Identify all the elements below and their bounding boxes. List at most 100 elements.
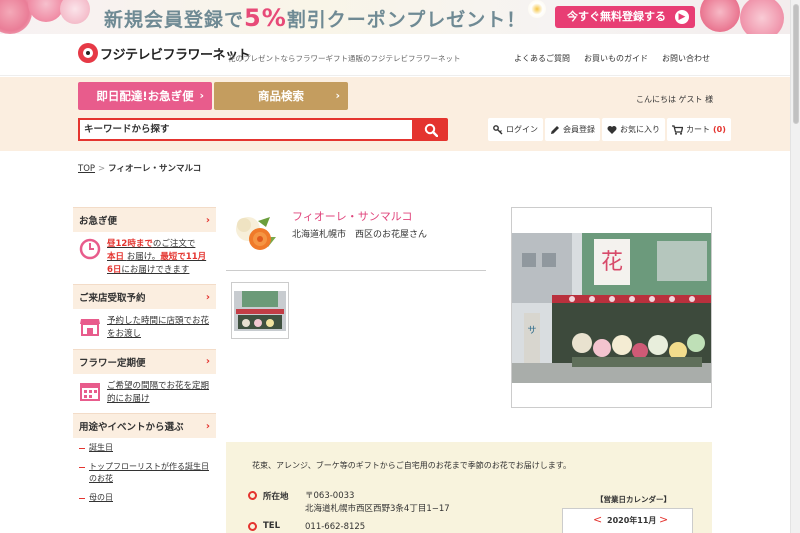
- sidebar-pickup-body[interactable]: 予約した時間に店頭でお花をお渡し: [73, 309, 216, 349]
- occasion-mothers-day-link[interactable]: 母の日: [79, 492, 216, 504]
- banner-text-b: 割引クーポンプレゼント！: [286, 9, 527, 31]
- sidebar-regular-text: ご希望の間隔でお花を定期的にお届け: [107, 380, 210, 404]
- shop-main-photo-frame: 花 サ: [511, 207, 712, 408]
- urgent-text-4: お届け。: [126, 251, 161, 262]
- heart-icon: [607, 125, 617, 134]
- faq-link[interactable]: よくあるご質問: [514, 53, 570, 64]
- divider: [226, 270, 486, 271]
- cart-button[interactable]: カート (0): [667, 118, 731, 141]
- shop-photo-thumbnail[interactable]: [231, 282, 289, 339]
- sidebar-urgent-header[interactable]: お急ぎ便 ›: [73, 207, 216, 232]
- free-register-label: 今すぐ無料登録する: [567, 10, 666, 23]
- shop-flower-icon: [228, 207, 282, 257]
- daisy-decoration: [528, 0, 546, 18]
- tel-label: TEL: [263, 521, 281, 531]
- login-label: ログイン: [506, 125, 538, 134]
- svg-text:サ: サ: [527, 325, 536, 336]
- shopping-guide-link[interactable]: お買いものガイド: [584, 53, 648, 64]
- chevron-right-icon: ›: [199, 89, 204, 102]
- occasion-list: 誕生日 トップフローリストが作る誕生日のお花 母の日: [73, 438, 216, 504]
- scrollbar-thumb[interactable]: [793, 4, 799, 124]
- calendar-prev-button[interactable]: <: [593, 513, 602, 526]
- sidebar-regular-title: フラワー定期便: [79, 357, 146, 369]
- pencil-icon: [551, 125, 559, 134]
- circle-bullet-icon: [248, 522, 257, 531]
- address-row: 所在地 〒063-0033 北海道札幌市西区西野3条4丁目1−17: [248, 490, 450, 516]
- header-links: よくあるご質問 お買いものガイド お問い合わせ: [514, 53, 710, 64]
- site-header: フジテレビフラワーネット 花のプレゼントならフラワーギフト通販のフジテレビフラワ…: [0, 34, 790, 76]
- free-register-button[interactable]: 今すぐ無料登録する ▶: [555, 6, 695, 28]
- keyword-search-input[interactable]: [80, 120, 412, 139]
- shop-name: フィオーレ・サンマルコ: [292, 210, 413, 223]
- contact-link[interactable]: お問い合わせ: [662, 53, 710, 64]
- chevron-right-icon: ›: [335, 89, 340, 102]
- address-value: 〒063-0033 北海道札幌市西区西野3条4丁目1−17: [305, 490, 450, 516]
- breadcrumb-separator: >: [98, 164, 106, 174]
- site-logo[interactable]: フジテレビフラワーネット: [78, 43, 251, 63]
- rose-decoration: [28, 0, 64, 22]
- shop-description: 花束、アレンジ、ブーケ等のギフトからご自宅用のお花まで季節のお花でお届けします。: [252, 461, 571, 470]
- login-button[interactable]: ログイン: [488, 118, 543, 141]
- clock-icon: [79, 238, 101, 260]
- express-delivery-label: 即日配達!お急ぎ便: [96, 89, 194, 103]
- tel-row: TEL 011-662-8125: [248, 521, 365, 533]
- register-label: 会員登録: [563, 125, 595, 134]
- calendar-month: 2020年11月: [607, 516, 657, 525]
- cart-label: カート: [686, 125, 710, 134]
- occasion-top-florist-link[interactable]: トップフローリストが作る誕生日のお花: [79, 461, 216, 485]
- site-tagline: 花のプレゼントならフラワーギフト通販のフジテレビフラワーネット: [228, 54, 461, 63]
- search-button[interactable]: [414, 118, 448, 141]
- key-icon: [493, 124, 503, 134]
- sidebar-occasion-title: 用途やイベントから選ぶ: [79, 422, 184, 434]
- arrow-right-icon: ▶: [675, 10, 689, 24]
- breadcrumb-current: フィオーレ・サンマルコ: [108, 164, 202, 174]
- fuji-eye-logo-icon: [78, 43, 98, 63]
- register-button[interactable]: 会員登録: [545, 118, 600, 141]
- cart-icon: [672, 124, 683, 135]
- urgent-text-2: のご注文で: [152, 239, 196, 249]
- sidebar-regular-body[interactable]: ご希望の間隔でお花を定期的にお届け: [73, 373, 216, 414]
- calendar-next-button[interactable]: >: [659, 513, 668, 526]
- favorites-button[interactable]: お気に入り: [602, 118, 665, 141]
- rose-decoration: [700, 0, 740, 32]
- banner-text-a: 新規会員登録で: [104, 9, 245, 31]
- sidebar-pickup-text: 予約した時間に店頭でお花をお渡し: [107, 316, 210, 339]
- chevron-right-icon: ›: [205, 291, 210, 303]
- occasion-birthday-link[interactable]: 誕生日: [79, 442, 216, 454]
- sidebar-urgent-title: お急ぎ便: [79, 216, 118, 227]
- chevron-right-icon: ›: [205, 420, 210, 432]
- shop-icon: [79, 315, 101, 337]
- calendar-icon: [79, 380, 101, 402]
- sidebar-regular-header[interactable]: フラワー定期便 ›: [73, 348, 216, 374]
- business-calendar-title: 【営業日カレンダー】: [596, 495, 671, 504]
- user-greeting: こんにちは ゲスト 様: [636, 95, 714, 104]
- street-address: 北海道札幌市西区西野3条4丁目1−17: [305, 503, 450, 514]
- tel-value[interactable]: 011-662-8125: [305, 521, 365, 533]
- shop-location: 北海道札幌市 西区のお花屋さん: [292, 230, 428, 240]
- promo-banner[interactable]: 新規会員登録で5%割引クーポンプレゼント！ 今すぐ無料登録する ▶: [0, 0, 790, 34]
- breadcrumb-top-link[interactable]: TOP: [78, 164, 95, 174]
- breadcrumb: TOP > フィオーレ・サンマルコ: [78, 162, 201, 174]
- cart-count: (0): [713, 125, 726, 134]
- product-search-label: 商品検索: [258, 89, 304, 103]
- search-icon: [424, 123, 438, 137]
- business-calendar: < 2020年11月 >: [562, 508, 693, 533]
- rose-decoration: [740, 0, 784, 34]
- shop-main-photo: 花 サ: [512, 233, 711, 383]
- sidebar-occasion-header[interactable]: 用途やイベントから選ぶ ›: [73, 413, 216, 439]
- favorites-label: お気に入り: [620, 125, 660, 134]
- shop-info-panel: 花束、アレンジ、ブーケ等のギフトからご自宅用のお花まで季節のお花でお届けします。…: [226, 442, 712, 533]
- vertical-scrollbar[interactable]: [790, 0, 800, 533]
- banner-percent: 5%: [244, 4, 287, 32]
- address-label: 所在地: [263, 492, 289, 502]
- sidebar-pickup-title: ご来店受取予約: [79, 293, 146, 305]
- express-delivery-button[interactable]: 即日配達!お急ぎ便 ›: [78, 82, 212, 110]
- search-box: [78, 118, 414, 141]
- sidebar-pickup-header[interactable]: ご来店受取予約 ›: [73, 284, 216, 310]
- sidebar-urgent-body[interactable]: 昼12時までのご注文で 本日 お届け。最短で11月6日にお届けできます: [73, 232, 216, 285]
- product-search-button[interactable]: 商品検索 ›: [214, 82, 348, 110]
- banner-headline: 新規会員登録で5%割引クーポンプレゼント！: [104, 4, 526, 32]
- urgent-text-6: にお届けできます: [121, 264, 190, 275]
- utility-nav: ログイン 会員登録 お気に入り カート (0): [488, 118, 731, 141]
- rose-decoration: [60, 0, 90, 24]
